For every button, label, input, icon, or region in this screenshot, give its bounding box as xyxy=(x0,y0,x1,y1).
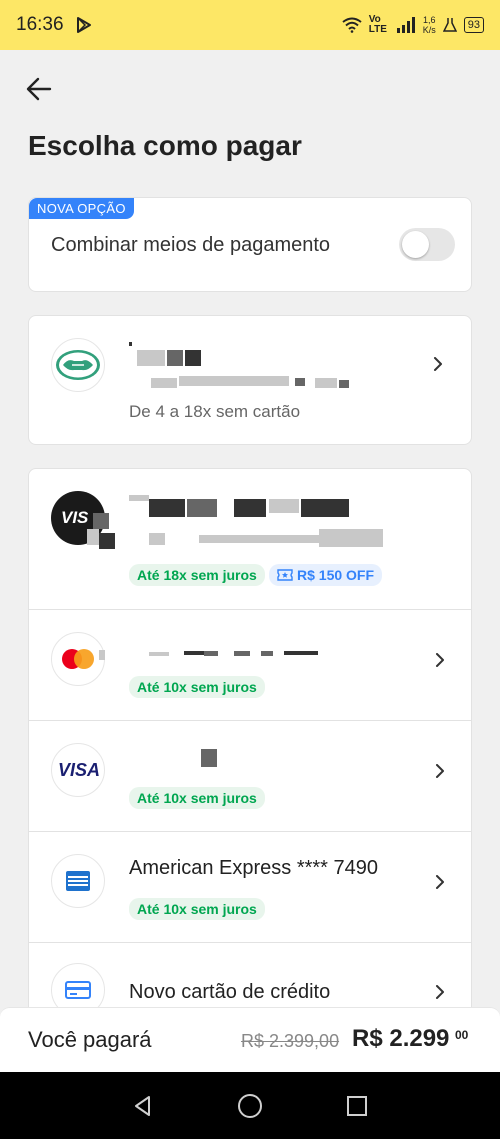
redacted-block xyxy=(93,513,109,529)
network-speed-unit: K/s xyxy=(422,25,436,35)
redacted-block xyxy=(99,533,115,549)
redacted-block xyxy=(234,499,266,517)
status-time: 16:36 xyxy=(16,14,64,35)
redacted-block xyxy=(99,650,105,660)
visa-logo: VISA xyxy=(51,743,105,797)
installments-badge: Até 10x sem juros xyxy=(129,898,265,920)
redacted-block xyxy=(184,651,204,655)
network-speed: 1,6 K/s xyxy=(423,15,436,35)
triangle-back-icon xyxy=(135,1095,151,1116)
combine-payments-toggle[interactable] xyxy=(399,228,455,261)
status-bar: 16:36 Vo LTE 1,6 K/s 93 xyxy=(0,0,500,50)
redacted-block xyxy=(339,380,349,388)
redacted-block xyxy=(187,499,217,517)
new-card-title: Novo cartão de crédito xyxy=(129,981,331,1003)
redacted-block xyxy=(149,652,169,656)
amex-card-icon xyxy=(66,871,90,891)
final-price: R$ 2.299 xyxy=(352,1025,450,1052)
redacted-block xyxy=(269,499,299,513)
installments-badge: Até 10x sem juros xyxy=(129,676,265,698)
redacted-block xyxy=(179,376,289,386)
redacted-block xyxy=(151,378,177,388)
final-price-cents: 00 xyxy=(455,1028,469,1042)
chevron-right-icon xyxy=(436,653,444,667)
ticket-icon xyxy=(277,569,293,581)
payment-summary-footer: Você pagará R$ 2.399,00 R$ 2.299 00 xyxy=(0,1007,500,1072)
mercado-pago-option[interactable]: De 4 a 18x sem cartão xyxy=(28,315,472,445)
redacted-block xyxy=(185,350,201,366)
card-option-visa-black[interactable]: VIS Até 18x sem juros R$ 150 OFF xyxy=(29,469,471,609)
discount-badge: R$ 150 OFF xyxy=(269,564,383,586)
chevron-right-icon xyxy=(436,875,444,889)
chevron-right-icon xyxy=(436,985,444,999)
cards-list: VIS Até 18x sem juros R$ 150 OFF Até 10x… xyxy=(28,468,472,1028)
handshake-icon xyxy=(56,350,100,380)
original-price: R$ 2.399,00 xyxy=(241,1031,340,1051)
redacted-block xyxy=(301,499,349,517)
combine-payments-label: Combinar meios de pagamento xyxy=(51,234,331,256)
mercado-pago-logo xyxy=(51,338,105,392)
nav-recents-button[interactable] xyxy=(342,1091,372,1121)
new-option-badge: NOVA OPÇÃO xyxy=(29,198,134,219)
installments-badge: Até 10x sem juros xyxy=(129,787,265,809)
nav-back-button[interactable] xyxy=(128,1091,158,1121)
chevron-right-icon xyxy=(434,357,442,371)
card-option-amex[interactable]: American Express **** 7490 Até 10x sem j… xyxy=(29,832,471,942)
redacted-block xyxy=(149,533,165,545)
battery-indicator: 93 xyxy=(463,17,484,33)
redacted-block xyxy=(129,342,132,346)
combine-payments-card: NOVA OPÇÃO Combinar meios de pagamento xyxy=(28,197,472,292)
back-button[interactable] xyxy=(22,72,56,106)
square-recents-icon xyxy=(346,1095,367,1116)
redacted-block xyxy=(199,535,319,543)
mercado-pago-subtitle: De 4 a 18x sem cartão xyxy=(129,402,301,421)
play-store-icon xyxy=(76,17,91,33)
arrow-left-icon xyxy=(26,77,52,101)
you-will-pay-label: Você pagará xyxy=(28,1027,152,1052)
redacted-block xyxy=(261,651,273,656)
card-option-mastercard[interactable]: Até 10x sem juros xyxy=(29,610,471,720)
credit-card-icon xyxy=(65,981,91,999)
system-nav-bar xyxy=(0,1072,500,1139)
visa-logo-text: VISA xyxy=(58,759,101,780)
redacted-block xyxy=(284,651,318,655)
redacted-block xyxy=(149,499,185,517)
flask-icon xyxy=(442,18,457,32)
redacted-block xyxy=(87,529,99,545)
redacted-block xyxy=(167,350,183,366)
redacted-block xyxy=(201,749,217,767)
chevron-right-icon xyxy=(436,764,444,778)
page-title: Escolha como pagar xyxy=(28,130,302,161)
signal-icon xyxy=(396,17,415,33)
discount-badge-label: R$ 150 OFF xyxy=(297,567,375,583)
redacted-block xyxy=(295,378,305,386)
installments-badge: Até 18x sem juros xyxy=(129,564,265,586)
mastercard-icon xyxy=(62,649,94,669)
redacted-block xyxy=(129,495,149,501)
toggle-knob xyxy=(402,231,429,258)
redacted-block xyxy=(137,350,165,366)
card-option-visa[interactable]: VISA Até 10x sem juros xyxy=(29,721,471,831)
visa-black-logo-text: VIS xyxy=(61,508,89,527)
status-icons: Vo LTE 1,6 K/s 93 xyxy=(342,15,484,35)
amex-card-title: American Express **** 7490 xyxy=(129,857,379,879)
wifi-icon xyxy=(342,17,362,33)
network-speed-value: 1,6 xyxy=(422,15,436,25)
network-label: Vo LTE xyxy=(368,14,387,35)
redacted-block xyxy=(234,651,250,656)
mastercard-logo xyxy=(51,632,105,686)
amex-logo xyxy=(51,854,105,908)
redacted-block xyxy=(204,651,218,656)
redacted-block xyxy=(315,378,337,388)
redacted-block xyxy=(319,529,383,547)
circle-home-icon xyxy=(237,1093,262,1118)
nav-home-button[interactable] xyxy=(235,1091,265,1121)
